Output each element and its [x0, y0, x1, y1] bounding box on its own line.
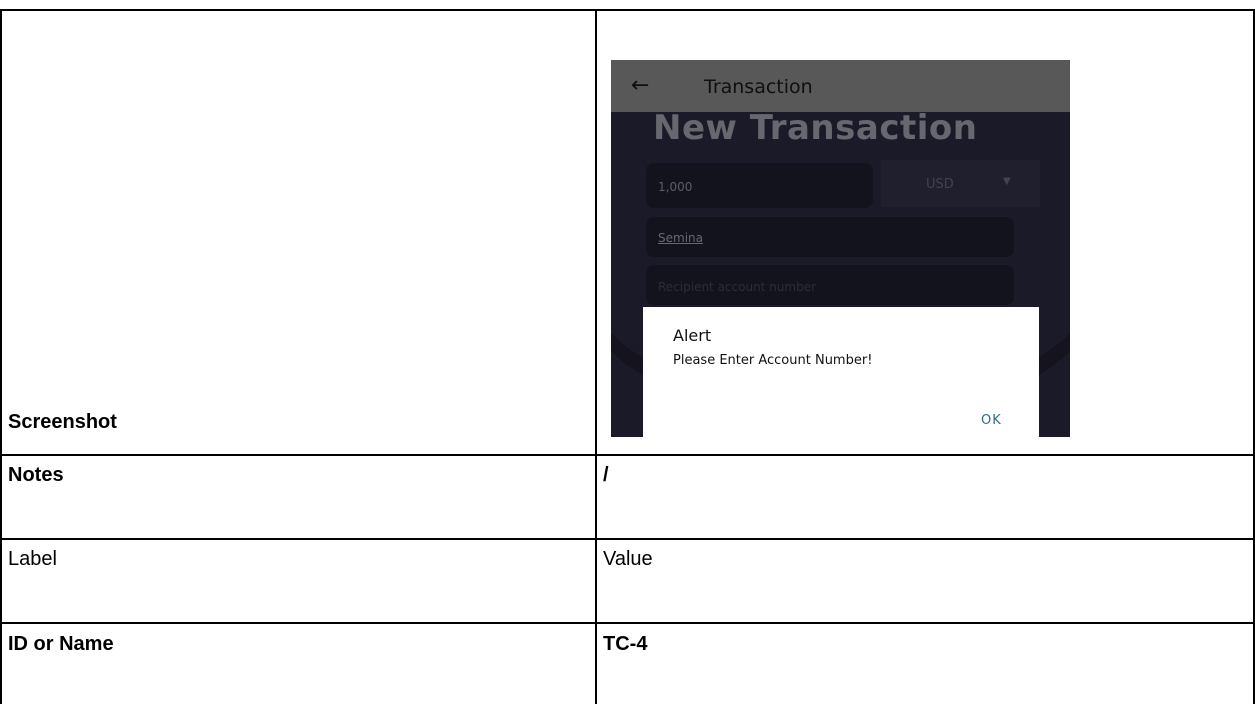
alert-title: Alert	[673, 326, 712, 345]
alert-dialog: Alert Please Enter Account Number! OK	[643, 307, 1039, 437]
notes-value: /	[603, 464, 609, 486]
table-row-divider	[0, 454, 1255, 456]
table-left-border	[0, 9, 2, 704]
value-header: Value	[603, 548, 653, 570]
table-column-divider	[595, 9, 597, 704]
alert-message: Please Enter Account Number!	[673, 353, 873, 368]
id-label: ID or Name	[8, 633, 114, 655]
table-row-divider	[0, 538, 1255, 540]
embedded-app-screenshot: ← Transaction New Transaction 1,000 USD …	[611, 60, 1070, 437]
table-top-border	[0, 9, 1255, 11]
notes-label: Notes	[8, 464, 64, 486]
id-value: TC-4	[603, 633, 648, 655]
ok-button[interactable]: OK	[981, 413, 1002, 428]
table-row-divider	[0, 622, 1255, 624]
label-header: Label	[8, 548, 57, 570]
screenshot-label: Screenshot	[8, 411, 117, 433]
